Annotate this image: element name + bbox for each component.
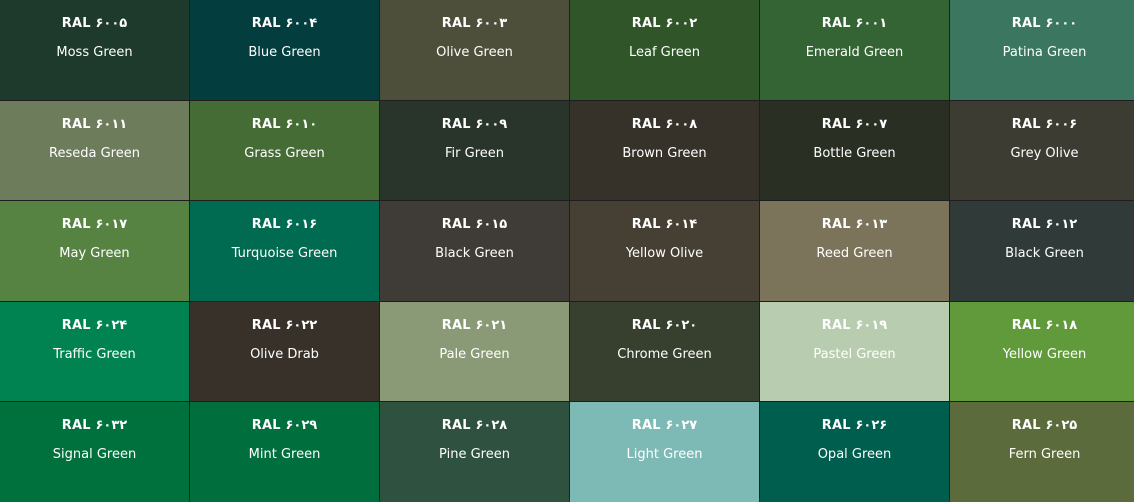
color-swatch[interactable]: RAL ۶۰۲۵ Fern Green <box>950 402 1134 502</box>
color-name-label: Grass Green <box>244 145 325 161</box>
color-name-label: Turquoise Green <box>231 246 338 262</box>
ral-code-label: RAL ۶۰۲۴ <box>61 317 128 333</box>
color-name-label: Signal Green <box>52 447 137 463</box>
color-swatch[interactable]: RAL ۶۰۱۴ Yellow Olive <box>570 201 759 301</box>
color-name-label: Leaf Green <box>628 45 701 60</box>
ral-code-label: RAL ۶۰۰۶ <box>1011 116 1078 132</box>
color-name-label: Bottle Green <box>813 145 896 161</box>
color-name-label: Chrome Green <box>617 346 712 362</box>
ral-code-label: RAL ۶۰۲۰ <box>631 317 698 333</box>
color-swatch[interactable]: RAL ۶۰۲۷ Light Green <box>570 402 759 502</box>
color-name-label: Olive Green <box>436 45 513 60</box>
color-swatch[interactable]: RAL ۶۰۲۹ Mint Green <box>190 402 379 502</box>
color-swatch[interactable]: RAL ۶۰۳۲ Signal Green <box>0 402 189 502</box>
ral-code-label: RAL ۶۰۱۲ <box>1011 217 1078 233</box>
ral-code-label: RAL ۶۰۰۷ <box>821 116 888 132</box>
ral-code-label: RAL ۶۰۲۱ <box>441 317 508 333</box>
color-swatch[interactable]: RAL ۶۰۰۸ Brown Green <box>570 100 759 201</box>
color-name-label: Grey Olive <box>1010 145 1079 161</box>
color-name-label: Blue Green <box>248 45 321 60</box>
color-name-label: Light Green <box>626 447 703 463</box>
color-swatch[interactable]: RAL ۶۰۱۹ Pastel Green <box>760 301 949 402</box>
ral-code-label: RAL ۶۰۰۵ <box>61 16 128 31</box>
color-name-label: Black Green <box>435 246 514 262</box>
ral-code-label: RAL ۶۰۱۷ <box>61 217 128 233</box>
ral-code-label: RAL ۶۰۱۰ <box>251 116 318 132</box>
color-swatch[interactable]: RAL ۶۰۰۳ Olive Green <box>380 0 569 100</box>
color-name-label: Olive Drab <box>250 346 319 362</box>
color-name-label: Opal Green <box>817 447 892 463</box>
color-swatch[interactable]: RAL ۶۰۰۶ Grey Olive <box>950 100 1134 201</box>
ral-code-label: RAL ۶۰۱۴ <box>631 217 698 233</box>
color-name-label: Pale Green <box>439 346 510 362</box>
color-name-label: Emerald Green <box>805 45 904 60</box>
ral-code-label: RAL ۶۰۰۰ <box>1011 16 1078 31</box>
color-swatch[interactable]: RAL ۶۰۱۳ Reed Green <box>760 201 949 301</box>
ral-code-label: RAL ۶۰۲۹ <box>251 418 318 434</box>
color-swatch[interactable]: RAL ۶۰۱۰ Grass Green <box>190 100 379 201</box>
ral-code-label: RAL ۶۰۲۲ <box>251 317 318 333</box>
ral-code-label: RAL ۶۰۱۶ <box>251 217 318 233</box>
color-swatch[interactable]: RAL ۶۰۲۱ Pale Green <box>380 301 569 402</box>
color-swatch[interactable]: RAL ۶۰۰۹ Fir Green <box>380 100 569 201</box>
color-name-label: Brown Green <box>622 145 707 161</box>
ral-code-label: RAL ۶۰۲۷ <box>631 418 698 434</box>
color-swatch[interactable]: RAL ۶۰۰۵ Moss Green <box>0 0 189 100</box>
color-name-label: Patina Green <box>1002 45 1087 60</box>
color-swatch[interactable]: RAL ۶۰۱۸ Yellow Green <box>950 301 1134 402</box>
color-swatch[interactable]: RAL ۶۰۲۴ Traffic Green <box>0 301 189 402</box>
ral-code-label: RAL ۶۰۱۳ <box>821 217 888 233</box>
color-name-label: Reed Green <box>816 246 893 262</box>
color-swatch[interactable]: RAL ۶۰۲۸ Pine Green <box>380 402 569 502</box>
color-swatch[interactable]: RAL ۶۰۰۲ Leaf Green <box>570 0 759 100</box>
ral-code-label: RAL ۶۰۲۸ <box>441 418 508 434</box>
color-name-label: Fern Green <box>1008 447 1081 463</box>
ral-code-label: RAL ۶۰۰۱ <box>821 16 888 31</box>
color-name-label: Black Green <box>1005 246 1084 262</box>
color-swatch[interactable]: RAL ۶۰۰۷ Bottle Green <box>760 100 949 201</box>
color-swatch[interactable]: RAL ۶۰۲۰ Chrome Green <box>570 301 759 402</box>
color-name-label: Yellow Green <box>1002 346 1087 362</box>
ral-code-label: RAL ۶۰۳۲ <box>61 418 128 434</box>
color-swatch[interactable]: RAL ۶۰۱۲ Black Green <box>950 201 1134 301</box>
ral-code-label: RAL ۶۰۲۶ <box>821 418 888 434</box>
ral-code-label: RAL ۶۰۱۱ <box>61 116 128 132</box>
color-swatch[interactable]: RAL ۶۰۱۱ Reseda Green <box>0 100 189 201</box>
ral-color-grid: RAL ۶۰۰۵ Moss Green RAL ۶۰۰۴ Blue Green RAL … <box>0 0 1134 502</box>
ral-code-label: RAL ۶۰۰۳ <box>441 16 508 31</box>
color-swatch[interactable]: RAL ۶۰۱۷ May Green <box>0 201 189 301</box>
color-name-label: May Green <box>59 246 130 262</box>
ral-code-label: RAL ۶۰۱۸ <box>1011 317 1078 333</box>
color-name-label: Traffic Green <box>53 346 136 362</box>
color-swatch[interactable]: RAL ۶۰۰۴ Blue Green <box>190 0 379 100</box>
color-swatch[interactable]: RAL ۶۰۰۰ Patina Green <box>950 0 1134 100</box>
color-name-label: Moss Green <box>56 45 133 60</box>
ral-code-label: RAL ۶۰۱۹ <box>821 317 888 333</box>
color-swatch[interactable]: RAL ۶۰۱۵ Black Green <box>380 201 569 301</box>
color-swatch[interactable]: RAL ۶۰۲۶ Opal Green <box>760 402 949 502</box>
ral-code-label: RAL ۶۰۰۲ <box>631 16 698 31</box>
color-name-label: Pastel Green <box>813 346 896 362</box>
color-swatch[interactable]: RAL ۶۰۰۱ Emerald Green <box>760 0 949 100</box>
color-name-label: Mint Green <box>248 447 321 463</box>
color-swatch[interactable]: RAL ۶۰۲۲ Olive Drab <box>190 301 379 402</box>
color-name-label: Yellow Olive <box>625 246 704 262</box>
ral-code-label: RAL ۶۰۰۸ <box>631 116 698 132</box>
color-name-label: Fir Green <box>445 145 504 161</box>
ral-code-label: RAL ۶۰۱۵ <box>441 217 508 233</box>
color-name-label: Pine Green <box>439 447 510 463</box>
ral-code-label: RAL ۶۰۰۹ <box>441 116 508 132</box>
color-name-label: Reseda Green <box>49 145 140 161</box>
ral-code-label: RAL ۶۰۲۵ <box>1011 418 1078 434</box>
color-swatch[interactable]: RAL ۶۰۱۶ Turquoise Green <box>190 201 379 301</box>
ral-code-label: RAL ۶۰۰۴ <box>251 16 318 31</box>
